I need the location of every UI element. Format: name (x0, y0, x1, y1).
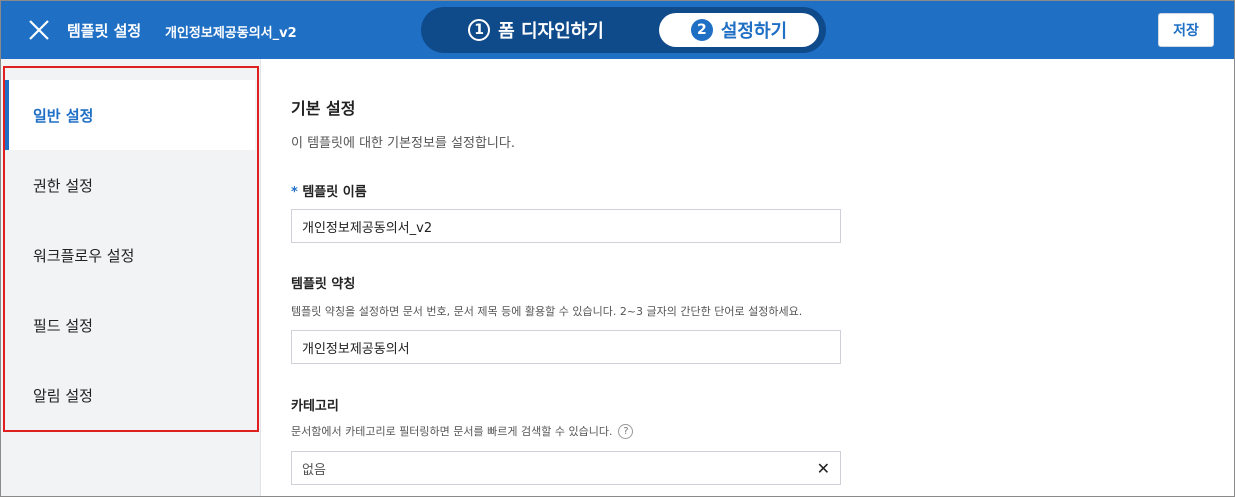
template-name-input[interactable] (291, 209, 841, 243)
sidebar-item-notifications[interactable]: 알림 설정 (5, 360, 255, 430)
step-number-2: 2 (690, 19, 713, 41)
save-button[interactable]: 저장 (1158, 13, 1214, 47)
document-name: 개인정보제공동의서_v2 (165, 26, 297, 41)
category-hint-text: 문서함에서 카테고리로 필터링하면 문서를 빠르게 검색할 수 있습니다. (291, 425, 613, 438)
template-abbr-label: 템플릿 약칭 (291, 277, 356, 292)
step-form-design-tab[interactable]: 1 폼 디자인하기 (441, 13, 631, 47)
category-label: 카테고리 (291, 399, 339, 414)
category-hint: 문서함에서 카테고리로 필터링하면 문서를 빠르게 검색할 수 있습니다. ? (291, 423, 634, 439)
step-number-1: 1 (468, 19, 491, 41)
sidebar-item-workflow[interactable]: 워크플로우 설정 (5, 220, 255, 290)
sidebar: 일반 설정 권한 설정 워크플로우 설정 필드 설정 알림 설정 (1, 59, 261, 496)
step-indicator: 1 폼 디자인하기 2 설정하기 (421, 7, 826, 53)
step-settings-tab[interactable]: 2 설정하기 (659, 13, 819, 47)
section-description: 이 템플릿에 대한 기본정보를 설정합니다. (291, 136, 515, 151)
step-label: 설정하기 (720, 21, 788, 42)
category-select[interactable]: 없음 ✕ (291, 451, 841, 485)
category-value: 없음 (302, 462, 326, 478)
step-label: 폼 디자인하기 (498, 21, 604, 42)
required-mark: * (291, 185, 298, 200)
template-name-label: * 템플릿 이름 (291, 181, 367, 200)
sidebar-item-fields[interactable]: 필드 설정 (5, 290, 255, 360)
sidebar-item-permissions[interactable]: 권한 설정 (5, 150, 255, 220)
close-icon[interactable] (27, 18, 51, 42)
help-icon[interactable]: ? (618, 423, 634, 439)
section-title: 기본 설정 (291, 99, 356, 118)
template-name-label-text: 템플릿 이름 (302, 185, 367, 200)
clear-icon[interactable]: ✕ (817, 459, 830, 478)
top-header: 템플릿 설정 개인정보제공동의서_v2 1 폼 디자인하기 2 설정하기 저장 (1, 1, 1234, 59)
sidebar-item-general[interactable]: 일반 설정 (5, 80, 255, 150)
page-title: 템플릿 설정 (67, 22, 142, 40)
template-abbr-hint: 템플릿 약칭을 설정하면 문서 번호, 문서 제목 등에 활용할 수 있습니다.… (291, 305, 803, 318)
template-abbr-input[interactable] (291, 330, 841, 364)
main-content: 기본 설정 이 템플릿에 대한 기본정보를 설정합니다. * 템플릿 이름 템플… (261, 59, 1234, 496)
